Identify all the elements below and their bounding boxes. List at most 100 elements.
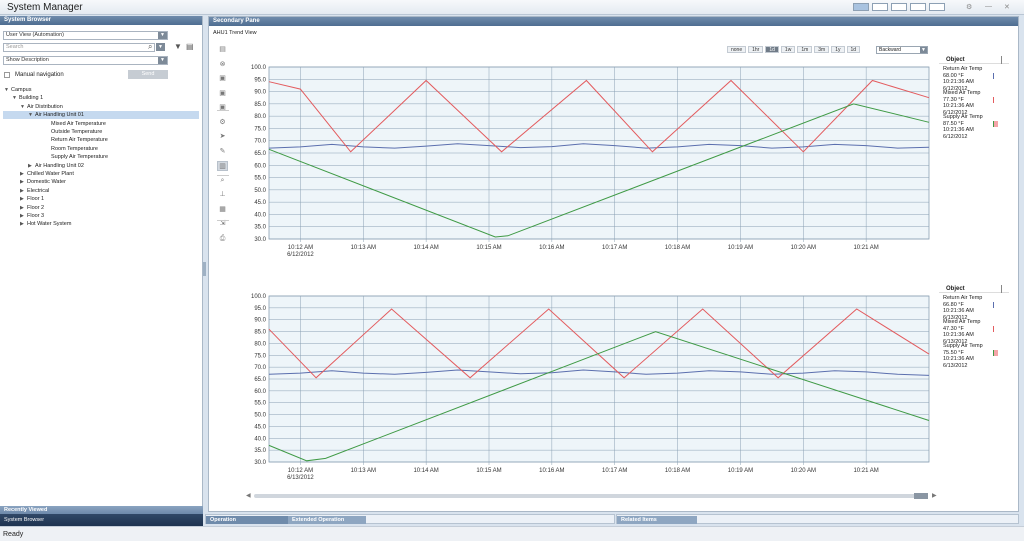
extended-operation-tab[interactable]: Extended Operation xyxy=(288,516,366,524)
tree-node-label: Outside Temperature xyxy=(51,129,103,135)
tree-node-label: Campus xyxy=(11,87,32,93)
settings-icon[interactable]: ⚙ xyxy=(966,3,972,11)
layout-switcher xyxy=(853,3,945,11)
layout-single-pane-icon[interactable] xyxy=(872,3,888,11)
layout-three-pane-icon[interactable] xyxy=(891,3,907,11)
tree-node-label: Domestic Water xyxy=(27,179,66,186)
tree-node[interactable]: ▼ Campus xyxy=(0,86,31,94)
tree-node[interactable]: ▶ Domestic Water xyxy=(0,178,66,186)
y-tick-label: 30.0 xyxy=(254,460,266,466)
operation-panel: Operation Extended Operation xyxy=(205,514,615,524)
expand-closed-icon[interactable]: ▶ xyxy=(28,162,35,170)
expand-open-icon[interactable]: ▼ xyxy=(4,86,11,94)
legend-scrollbar[interactable] xyxy=(1001,56,1002,64)
x-tick-label: 10:13 AM xyxy=(351,245,376,251)
tree-node-label: Return Air Temperature xyxy=(51,137,108,144)
system-browser-tab[interactable]: System Browser xyxy=(0,514,203,526)
tree-node[interactable]: Room Temperature xyxy=(0,145,98,153)
layout-two-pane-icon[interactable] xyxy=(853,3,869,11)
filter-icon[interactable]: ▼ xyxy=(174,42,182,51)
expand-closed-icon[interactable]: ▶ xyxy=(20,170,27,178)
x-tick-label: 10:12 AM xyxy=(288,245,313,251)
expand-closed-icon[interactable]: ▶ xyxy=(20,212,27,220)
close-icon[interactable]: ✕ xyxy=(1004,3,1010,11)
y-tick-label: 60.0 xyxy=(254,163,266,169)
y-tick-label: 85.0 xyxy=(254,330,266,336)
related-items-tab[interactable]: Related Items xyxy=(617,516,697,524)
tree-node[interactable]: Outside Temperature xyxy=(0,128,102,136)
y-tick-label: 90.0 xyxy=(254,90,266,96)
scroll-left-icon[interactable]: ◀ xyxy=(246,492,251,499)
expand-open-icon[interactable]: ▼ xyxy=(28,111,35,119)
manual-navigation-label: Manual navigation xyxy=(15,72,64,78)
tree-node[interactable]: ▶ Floor 3 xyxy=(0,212,44,220)
expand-open-icon[interactable]: ▼ xyxy=(20,103,27,111)
layout-quad-pane-icon[interactable] xyxy=(929,3,945,11)
tree-node[interactable]: Mixed Air Temperature xyxy=(0,120,106,128)
tree-node[interactable]: ▶ Floor 1 xyxy=(0,195,44,203)
app-title: System Manager xyxy=(7,2,83,13)
y-tick-label: 85.0 xyxy=(254,102,266,108)
legend-color-swatch xyxy=(993,326,998,332)
legend-date: 6/12/2012 xyxy=(943,133,968,140)
pane-splitter-handle[interactable] xyxy=(203,262,206,276)
send-button[interactable]: Send xyxy=(128,70,168,79)
search-dropdown-icon[interactable]: ▼ xyxy=(156,43,165,51)
operation-tab[interactable]: Operation xyxy=(206,516,288,524)
expand-closed-icon[interactable]: ▶ xyxy=(20,204,27,212)
description-select[interactable]: Show Description ▼ xyxy=(3,56,168,65)
tree-node[interactable]: ▶ Chilled Water Plant xyxy=(0,170,74,178)
search-field[interactable]: Search xyxy=(3,43,155,52)
x-tick-date-label: 6/12/2012 xyxy=(287,252,314,258)
expand-closed-icon[interactable]: ▶ xyxy=(20,195,27,203)
legend-date: 6/13/2012 xyxy=(943,362,968,369)
y-tick-label: 65.0 xyxy=(254,151,266,157)
expand-open-icon[interactable]: ▼ xyxy=(12,94,19,102)
tree-node[interactable]: ▶ Floor 2 xyxy=(0,204,44,212)
expand-closed-icon[interactable]: ▶ xyxy=(20,178,27,186)
y-tick-label: 75.0 xyxy=(254,353,266,359)
x-tick-label: 10:14 AM xyxy=(413,245,438,251)
tree-node[interactable]: Return Air Temperature xyxy=(0,136,108,144)
y-tick-label: 100.0 xyxy=(251,65,267,71)
chart-2: 100.0 95.0 90.0 85.0 80.0 75.0 70.0 65.0 60.0 55.… xyxy=(251,294,930,481)
tree-node[interactable]: Supply Air Temperature xyxy=(0,153,108,161)
legend-color-swatch xyxy=(993,73,998,79)
manual-navigation-checkbox[interactable] xyxy=(4,72,10,78)
scroll-thumb[interactable] xyxy=(914,493,928,499)
x-tick-label: 10:15 AM xyxy=(476,468,501,474)
save-filter-icon[interactable]: ▤ xyxy=(186,42,194,51)
x-tick-label: 10:17 AM xyxy=(602,468,627,474)
x-tick-label: 10:17 AM xyxy=(602,245,627,251)
tree-node[interactable]: ▼ Air Distribution xyxy=(0,103,63,111)
y-tick-label: 100.0 xyxy=(251,294,267,300)
y-tick-label: 35.0 xyxy=(254,448,266,454)
legend-scrollbar[interactable] xyxy=(1001,285,1002,293)
view-select[interactable]: User View (Automation) ▼ xyxy=(3,31,168,40)
recently-viewed-tab[interactable]: Recently Viewed xyxy=(0,506,203,514)
tree-node-label: Electrical xyxy=(27,187,50,194)
scroll-right-icon[interactable]: ▶ xyxy=(932,492,937,499)
y-tick-label: 55.0 xyxy=(254,176,266,182)
tree-node[interactable]: ▶ Electrical xyxy=(0,187,49,195)
tree-node[interactable]: ▼ Air Handling Unit 01 xyxy=(3,111,199,120)
y-tick-label: 95.0 xyxy=(254,77,266,83)
search-icon[interactable]: ⌕ xyxy=(148,42,152,51)
y-tick-label: 70.0 xyxy=(254,365,266,371)
tree-node-label: Chilled Water Plant xyxy=(27,171,74,177)
time-scrollbar[interactable]: ◀ ▶ xyxy=(246,492,941,500)
expand-closed-icon[interactable]: ▶ xyxy=(20,220,27,228)
y-tick-label: 90.0 xyxy=(254,318,266,324)
x-tick-label: 10:21 AM xyxy=(853,245,878,251)
expand-closed-icon[interactable]: ▶ xyxy=(20,187,27,195)
tree-node[interactable]: ▼ Building 1 xyxy=(0,94,43,102)
scroll-track[interactable] xyxy=(254,494,924,498)
y-tick-label: 50.0 xyxy=(254,413,266,419)
tree-node-label: Room Temperature xyxy=(51,145,98,152)
title-bar: System Manager ⚙ — ✕ xyxy=(0,0,1024,15)
layout-grid-pane-icon[interactable] xyxy=(910,3,926,11)
minimize-icon[interactable]: — xyxy=(985,3,992,10)
system-browser-panel: System Browser User View (Automation) ▼ … xyxy=(0,16,203,514)
tree-node[interactable]: ▶ Air Handling Unit 02 xyxy=(0,162,84,170)
tree-node[interactable]: ▶ Hot Water System xyxy=(0,220,71,228)
